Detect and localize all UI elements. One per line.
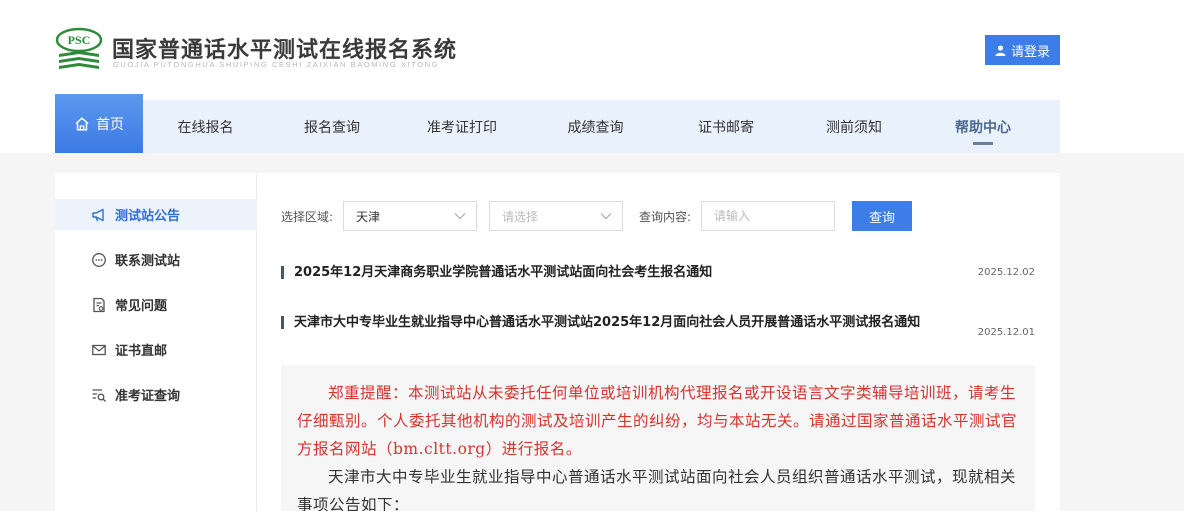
nav-score-query[interactable]: 成绩查询: [528, 100, 663, 153]
sidebar-item-admission-query[interactable]: 准考证查询: [55, 379, 257, 410]
sidebar-item-notices[interactable]: 测试站公告: [55, 199, 257, 230]
warning-text: 郑重提醒：本测试站从未委托任何单位或培训机构代理报名或开设语言文字类辅导培训班，…: [297, 384, 1018, 458]
query-label: 查询内容:: [639, 210, 692, 224]
main-nav: 首页 在线报名 报名查询 准考证打印 成绩查询 证书邮寄 测前须知 帮助中心: [55, 94, 1060, 153]
nav-home[interactable]: 首页: [55, 94, 143, 153]
query-button[interactable]: 查询: [852, 201, 912, 231]
mail-icon: [92, 344, 106, 355]
region-select[interactable]: 天津: [343, 201, 477, 231]
intro-text: 天津市大中专毕业生就业指导中心普通话水平测试站面向社会人员组织普通话水平测试，现…: [297, 468, 1017, 511]
sidebar: 测试站公告 联系测试站 常见问题 证书直邮 准考证查询: [55, 173, 257, 511]
nav-certificate-mail[interactable]: 证书邮寄: [663, 100, 789, 153]
login-button[interactable]: 请登录: [985, 35, 1060, 65]
sidebar-item-label: 联系测试站: [115, 254, 181, 269]
notice-content: 郑重提醒：本测试站从未委托任何单位或培训机构代理报名或开设语言文字类辅导培训班，…: [281, 365, 1035, 511]
subregion-select[interactable]: 请选择: [489, 201, 623, 231]
notice-title-link[interactable]: 2025年12月天津商务职业学院普通话水平测试站面向社会考生报名通知: [294, 263, 954, 283]
sidebar-item-label: 证书直邮: [115, 344, 168, 359]
subregion-select-placeholder: 请选择: [502, 209, 539, 224]
sidebar-item-label: 准考证查询: [115, 389, 181, 404]
sidebar-item-cert-mail[interactable]: 证书直邮: [55, 334, 257, 365]
nav-home-label: 首页: [96, 116, 124, 133]
region-label: 选择区域:: [281, 210, 334, 224]
psc-logo: PSC: [55, 27, 103, 69]
notice-title-link[interactable]: 天津市大中专毕业生就业指导中心普通话水平测试站2025年12月面向社会人员开展普…: [294, 313, 954, 333]
list-search-icon: [92, 388, 106, 402]
sidebar-item-label: 常见问题: [115, 299, 168, 314]
notice-date: 2025.12.02: [977, 267, 1035, 278]
notice-marker: [281, 316, 284, 329]
sidebar-item-faq[interactable]: 常见问题: [55, 289, 257, 320]
query-input[interactable]: [701, 201, 835, 231]
notice-marker: [281, 266, 284, 279]
user-icon: [995, 44, 1006, 56]
main-panel: 测试站公告 联系测试站 常见问题 证书直邮 准考证查询 选择区域: 天津 请选择: [55, 173, 1060, 511]
home-icon: [75, 116, 89, 131]
region-select-value: 天津: [356, 209, 381, 224]
document-question-icon: [93, 297, 105, 312]
logo-text: PSC: [68, 33, 91, 47]
chat-icon: [92, 252, 106, 267]
nav-admission-print[interactable]: 准考证打印: [396, 100, 528, 153]
nav-help-center[interactable]: 帮助中心: [919, 100, 1047, 153]
sidebar-item-contact[interactable]: 联系测试站: [55, 244, 257, 275]
chevron-down-icon: [600, 213, 612, 220]
site-subtitle: GUOJIA PUTONGHUA SHUIPING CESHI ZAIXIAN …: [113, 60, 440, 69]
nav-pretest-notes[interactable]: 测前须知: [789, 100, 919, 153]
site-header: PSC 国家普通话水平测试在线报名系统 GUOJIA PUTONGHUA SHU…: [0, 0, 1184, 153]
megaphone-icon: [92, 208, 104, 221]
nav-online-register[interactable]: 在线报名: [143, 100, 268, 153]
nav-register-query[interactable]: 报名查询: [268, 100, 396, 153]
sidebar-item-label: 测试站公告: [115, 209, 181, 224]
login-label: 请登录: [1010, 44, 1050, 60]
chevron-down-icon: [454, 213, 466, 220]
notice-date: 2025.12.01: [977, 327, 1035, 338]
